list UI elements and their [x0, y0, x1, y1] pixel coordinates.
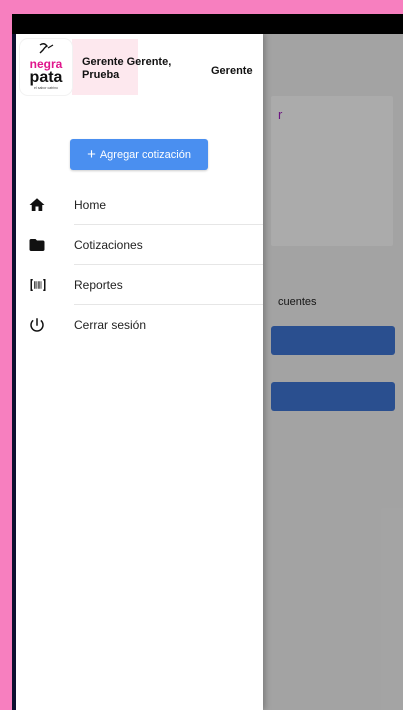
barcode-icon	[28, 276, 46, 294]
add-quote-label: Agregar cotización	[99, 148, 191, 161]
menu-item-cotizaciones[interactable]: Cotizaciones	[16, 225, 263, 265]
user-role: Gerente	[211, 65, 253, 77]
drawer-header: negra pata el sabor catrino Gerente Gere…	[16, 34, 263, 102]
menu-item-reportes[interactable]: Reportes	[16, 265, 263, 305]
menu-item-home[interactable]: Home	[16, 185, 263, 225]
menu-item-label: Cerrar sesión	[74, 318, 147, 332]
svg-text:pata: pata	[30, 69, 63, 86]
menu-item-label: Home	[74, 198, 107, 212]
power-icon	[28, 316, 46, 334]
menu-item-label: Reportes	[74, 278, 123, 292]
menu-item-logout[interactable]: Cerrar sesión	[16, 305, 263, 345]
brand-logo: negra pata el sabor catrino	[20, 39, 72, 95]
menu-item-label: Cotizaciones	[74, 238, 143, 252]
navigation-drawer: negra pata el sabor catrino Gerente Gere…	[16, 34, 263, 710]
plus-icon: +	[87, 145, 96, 163]
user-name: Gerente Gerente, Prueba	[82, 56, 172, 81]
device-frame: r cuentes negra pata el sabor catrino Ge…	[12, 14, 403, 710]
app-screen: r cuentes negra pata el sabor catrino Ge…	[16, 34, 403, 710]
folder-icon	[28, 236, 46, 254]
drawer-menu: Home Cotizaciones Reportes Cerrar sesión	[16, 185, 263, 345]
add-quote-button[interactable]: + Agregar cotización	[70, 139, 208, 170]
svg-text:el sabor catrino: el sabor catrino	[34, 86, 58, 90]
home-icon	[28, 196, 46, 214]
status-bar	[12, 14, 403, 34]
